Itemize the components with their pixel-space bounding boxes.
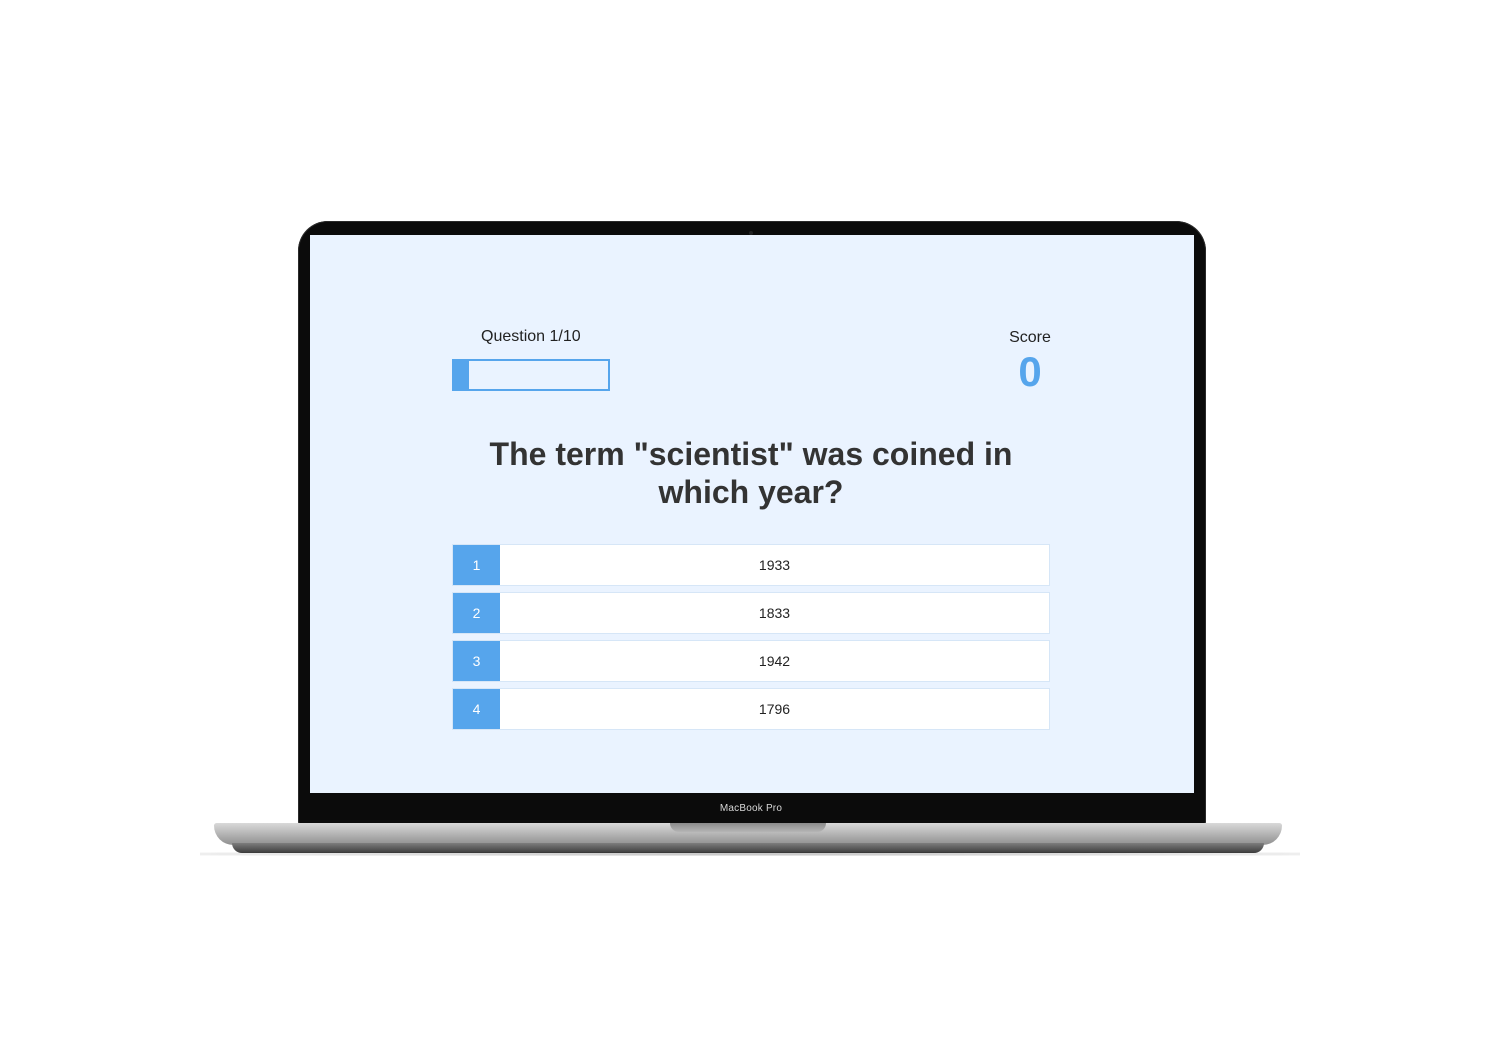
choice-text: 1796 — [758, 701, 791, 717]
progress-bar — [452, 359, 610, 391]
choice-text: 1833 — [758, 605, 791, 621]
question-text: The term "scientist" was coined in which… — [489, 436, 1013, 510]
question-counter: Question 1/10 — [481, 328, 581, 345]
laptop-mockup: Question 1/10 Score 0 The term "scientis… — [0, 0, 1500, 1038]
choice-option[interactable]: 3 1942 — [452, 640, 1050, 682]
choice-text: 1942 — [758, 653, 791, 669]
choice-text: 1933 — [758, 557, 791, 573]
choice-option[interactable]: 2 1833 — [452, 592, 1050, 634]
choice-prefix: 3 — [453, 641, 500, 681]
score-label: Score — [1009, 329, 1051, 346]
laptop-shadow — [200, 852, 1300, 856]
choice-prefix: 1 — [453, 545, 500, 585]
choice-prefix: 4 — [453, 689, 500, 729]
device-brand-label: MacBook Pro — [719, 803, 783, 814]
laptop-notch — [670, 823, 826, 832]
score-value: 0 — [1018, 348, 1042, 395]
choice-option[interactable]: 4 1796 — [452, 688, 1050, 730]
progress-bar-fill — [454, 361, 470, 389]
choice-option[interactable]: 1 1933 — [452, 544, 1050, 586]
choice-prefix: 2 — [453, 593, 500, 633]
choice-list: 1 1933 2 1833 3 1942 4 1796 — [452, 544, 1050, 736]
laptop-screen: Question 1/10 Score 0 The term "scientis… — [310, 235, 1194, 793]
